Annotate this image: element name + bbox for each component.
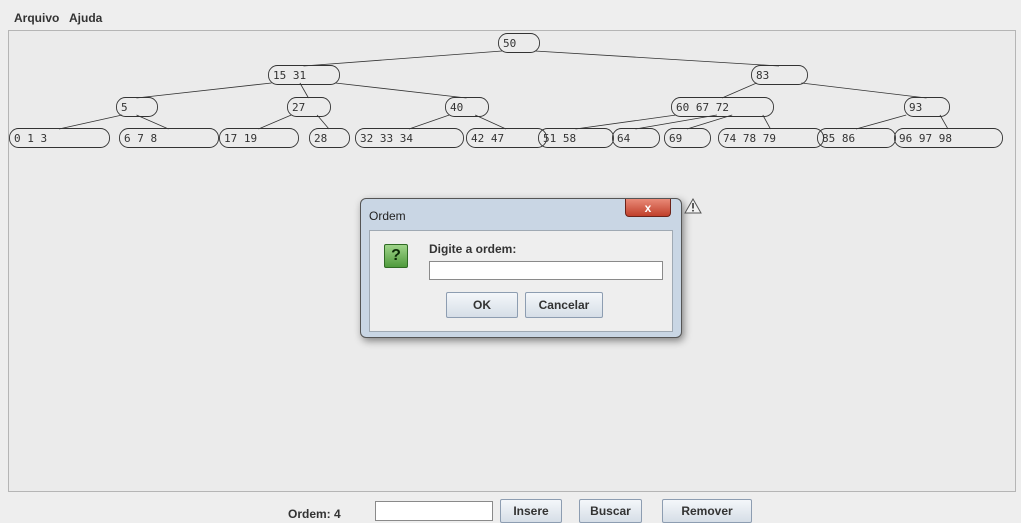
order-label: Ordem: 4 <box>288 507 341 521</box>
menu-bar: Arquivo Ajuda <box>0 0 1021 30</box>
tree-node-label: 93 <box>909 101 922 114</box>
tree-node: 93 <box>904 97 950 117</box>
tree-node: 50 <box>498 33 540 53</box>
tree-node: 0 1 3 <box>9 128 110 148</box>
tree-node: 74 78 79 <box>718 128 824 148</box>
tree-edge <box>686 114 733 130</box>
remove-button[interactable]: Remover <box>662 499 752 523</box>
bottom-toolbar: Ordem: 4 Insere Buscar Remover <box>0 492 1021 523</box>
order-dialog: Ordem x ? Digite a ordem: OK Cancelar <box>360 198 682 338</box>
tree-node: 28 <box>309 128 350 148</box>
tree-node: 60 67 72 <box>671 97 774 117</box>
tree-edge <box>136 114 169 130</box>
tree-edge <box>408 114 450 130</box>
tree-node: 27 <box>287 97 331 117</box>
tree-node-label: 15 31 <box>273 69 306 82</box>
tree-node-label: 60 67 72 <box>676 101 729 114</box>
tree-node: 96 97 98 <box>894 128 1003 148</box>
tree-node: 17 19 <box>219 128 299 148</box>
tree-node-label: 5 <box>121 101 128 114</box>
tree-edge <box>534 50 780 67</box>
tree-node-label: 50 <box>503 37 516 50</box>
tree-node: 5 <box>116 97 158 117</box>
tree-node-label: 83 <box>756 69 769 82</box>
tree-node-label: 96 97 98 <box>899 132 952 145</box>
tree-node: 6 7 8 <box>119 128 219 148</box>
tree-node-label: 51 58 <box>543 132 576 145</box>
tree-edge <box>801 82 927 99</box>
tree-node-label: 27 <box>292 101 305 114</box>
tree-node-label: 32 33 34 <box>360 132 413 145</box>
tree-node-label: 64 <box>617 132 631 145</box>
key-input[interactable] <box>375 501 493 521</box>
tree-node: 40 <box>445 97 489 117</box>
tree-edge <box>299 82 309 99</box>
tree-node: 83 <box>751 65 808 85</box>
tree-node-label: 85 86 <box>822 132 855 145</box>
tree-node: 51 58 <box>538 128 614 148</box>
insert-button[interactable]: Insere <box>500 499 562 523</box>
cancel-button[interactable]: Cancelar <box>525 292 603 318</box>
tree-node-label: 40 <box>450 101 463 114</box>
ok-button[interactable]: OK <box>446 292 518 318</box>
tree-edge <box>258 114 292 130</box>
tree-node-label: 42 47 <box>471 132 504 145</box>
tree-edge <box>335 82 467 99</box>
tree-node-label: 28 <box>314 132 327 145</box>
tree-edge <box>136 82 272 99</box>
dialog-body: ? Digite a ordem: OK Cancelar <box>369 230 673 332</box>
tree-edge <box>635 114 717 130</box>
tree-node: 32 33 34 <box>355 128 464 148</box>
tree-node-label: 69 <box>669 132 682 145</box>
tree-node: 69 <box>664 128 711 148</box>
tree-node-label: 74 78 79 <box>723 132 776 145</box>
tree-node-label: 17 19 <box>224 132 257 145</box>
order-input[interactable] <box>429 261 663 280</box>
tree-edge <box>721 82 757 99</box>
tree-edge <box>316 114 330 130</box>
tree-edge <box>303 50 503 67</box>
menu-ajuda[interactable]: Ajuda <box>69 11 102 25</box>
tree-node: 85 86 <box>817 128 896 148</box>
question-icon: ? <box>384 244 408 268</box>
tree-edge <box>58 114 123 130</box>
warning-icon <box>684 198 702 214</box>
tree-node: 15 31 <box>268 65 340 85</box>
tree-edge <box>575 114 677 130</box>
tree-node-label: 0 1 3 <box>14 132 47 145</box>
menu-arquivo[interactable]: Arquivo <box>14 11 59 25</box>
tree-node-label: 6 7 8 <box>124 132 157 145</box>
tree-edge <box>855 114 907 130</box>
tree-node: 64 <box>612 128 660 148</box>
prompt-label: Digite a ordem: <box>429 242 517 256</box>
tree-edge <box>474 114 507 130</box>
tree-edge <box>939 114 949 130</box>
tree-edge <box>762 114 771 130</box>
search-button[interactable]: Buscar <box>579 499 642 523</box>
close-icon[interactable]: x <box>625 199 671 217</box>
dialog-title: Ordem <box>369 209 406 223</box>
tree-node: 42 47 <box>466 128 547 148</box>
